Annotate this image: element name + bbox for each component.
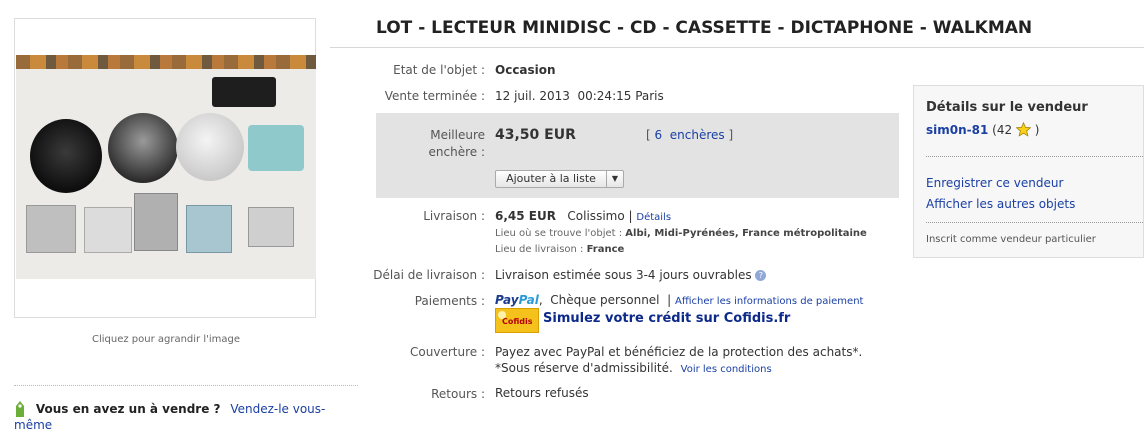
minidisc-3 xyxy=(134,193,178,251)
coverage-conditions-link[interactable]: Voir les conditions xyxy=(681,364,772,375)
ended-label: Vente terminée : xyxy=(384,89,485,103)
product-photo[interactable] xyxy=(16,55,316,279)
sell-question: Vous en avez un à vendre ? xyxy=(35,401,221,416)
sell-one-box: Vous en avez un à vendre ? Vendez-le vou… xyxy=(14,385,358,432)
bids-close-bracket: ] xyxy=(728,128,734,142)
delivery-row: Livraison estimée sous 3-4 jours ouvrabl… xyxy=(495,268,767,282)
cd-player-shockproof xyxy=(108,113,178,183)
seller-divider-1 xyxy=(926,156,1144,157)
shipping-price: 6,45 EUR xyxy=(495,209,556,223)
other-items-link[interactable]: Afficher les autres objets xyxy=(926,197,1075,211)
question-icon[interactable]: ? xyxy=(755,270,767,281)
cofidis-logo[interactable]: Cofidis xyxy=(495,308,539,333)
seller-divider-2 xyxy=(926,222,1144,223)
chevron-down-icon[interactable]: ▼ xyxy=(607,171,623,187)
delivery-value: Livraison estimée sous 3-4 jours ouvrabl… xyxy=(495,268,752,282)
cd-player-black xyxy=(30,119,102,193)
shipping-label: Livraison : xyxy=(423,209,485,223)
condition-value: Occasion xyxy=(495,63,556,77)
dictaphone xyxy=(212,77,276,107)
bid-label-line2: enchère : xyxy=(428,145,485,159)
feedback-close: ) xyxy=(1034,123,1040,137)
feedback-open: (42 xyxy=(992,123,1013,137)
ship-to-value: France xyxy=(586,244,625,255)
shipping-service: Colissimo | xyxy=(567,209,633,223)
bid-count-group: [ 6 enchères ] xyxy=(646,128,733,142)
page-title: LOT - LECTEUR MINIDISC - CD - CASSETTE -… xyxy=(376,18,1033,38)
ship-to-row: Lieu de livraison : France xyxy=(495,244,624,255)
add-to-watchlist-button[interactable]: Ajouter à la liste ▼ xyxy=(495,170,624,188)
shipping-row: 6,45 EUR Colissimo | Détails xyxy=(495,209,671,223)
seller-name-row: sim0n-81 (42 ) xyxy=(926,121,1040,137)
payment-info-link[interactable]: Afficher les informations de paiement xyxy=(675,296,863,307)
payment-label: Paiements : xyxy=(414,294,485,308)
seller-panel: Détails sur le vendeur sim0n-81 (42 ) En… xyxy=(913,85,1144,258)
coverage-line2: *Sous réserve d'admissibilité. xyxy=(495,361,673,375)
image-caption[interactable]: Cliquez pour agrandir l'image xyxy=(14,334,318,345)
current-bid: 43,50 EUR xyxy=(495,127,576,143)
bid-count: 6 xyxy=(654,128,663,142)
returns-label: Retours : xyxy=(431,387,485,401)
watchlist-label: Ajouter à la liste xyxy=(496,171,607,187)
item-location-row: Lieu où se trouve l'objet : Albi, Midi-P… xyxy=(495,228,867,239)
price-tag-icon xyxy=(14,400,26,418)
seller-type: Inscrit comme vendeur particulier xyxy=(926,234,1096,245)
item-location-label: Lieu où se trouve l'objet : xyxy=(495,228,623,239)
minidisc-5 xyxy=(248,207,294,247)
condition-label: Etat de l'objet : xyxy=(393,63,485,77)
delivery-label: Délai de livraison : xyxy=(373,268,485,282)
ended-value: 12 juil. 2013 00:24:15 Paris xyxy=(495,89,664,103)
bid-count-link[interactable]: 6 enchères xyxy=(655,128,725,142)
coverage-label: Couverture : xyxy=(410,345,485,359)
payment-row: PayPal, Chèque personnel | Afficher les … xyxy=(495,293,863,307)
minidisc-4 xyxy=(186,205,232,253)
bid-word: enchères xyxy=(669,128,725,142)
shipping-details-link[interactable]: Détails xyxy=(636,212,671,223)
bids-open-bracket: [ xyxy=(646,128,651,142)
ship-to-label: Lieu de livraison : xyxy=(495,244,584,255)
returns-value: Retours refusés xyxy=(495,386,589,400)
item-location-value: Albi, Midi-Pyrénées, France métropolitai… xyxy=(625,228,867,239)
yellow-star-icon[interactable] xyxy=(1015,121,1032,137)
minidisc-2 xyxy=(84,207,132,253)
paypal-logo: PayPal xyxy=(495,293,539,307)
title-divider xyxy=(330,47,1144,48)
coverage-line2-row: *Sous réserve d'admissibilité. Voir les … xyxy=(495,361,772,375)
cofidis-credit-link[interactable]: Simulez votre crédit sur Cofidis.fr xyxy=(543,311,790,326)
cassette-walkman xyxy=(248,125,304,171)
photo-background-stripe xyxy=(16,55,316,69)
minidisc-1 xyxy=(26,205,76,253)
seller-heading: Détails sur le vendeur xyxy=(926,100,1088,115)
cd-player-silver xyxy=(176,113,244,181)
product-image-frame[interactable] xyxy=(14,18,316,318)
bid-label-line1: Meilleure xyxy=(430,128,485,142)
save-seller-link[interactable]: Enregistrer ce vendeur xyxy=(926,176,1063,190)
coverage-line1: Payez avec PayPal et bénéficiez de la pr… xyxy=(495,345,863,359)
seller-username-link[interactable]: sim0n-81 xyxy=(926,123,988,137)
payment-other-methods: , Chèque personnel | xyxy=(538,293,672,307)
